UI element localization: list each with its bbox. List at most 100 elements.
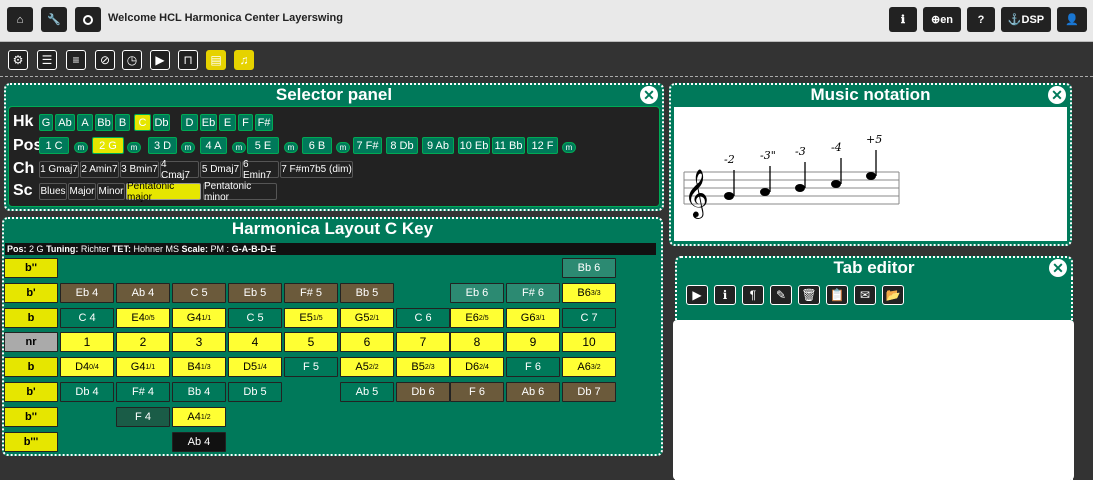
note-cell[interactable]: F 6 bbox=[450, 382, 504, 402]
minor-toggle[interactable]: m bbox=[284, 142, 298, 153]
note-cell[interactable]: Bb 6 bbox=[562, 258, 616, 278]
position-chip[interactable]: 9 Ab bbox=[422, 137, 454, 154]
refresh-button[interactable] bbox=[75, 7, 101, 32]
sliders-button[interactable]: ≡ bbox=[66, 50, 86, 70]
note-cell[interactable]: D5 1/4 bbox=[228, 357, 282, 377]
note-cell[interactable]: G4 1/1 bbox=[116, 357, 170, 377]
info-button[interactable]: ℹ bbox=[714, 285, 736, 305]
note-cell[interactable]: G4 1/1 bbox=[172, 308, 226, 328]
position-chip[interactable]: 1 C bbox=[39, 137, 69, 154]
key-chip[interactable]: Eb bbox=[200, 114, 217, 131]
note-cell[interactable]: D6 2/4 bbox=[450, 357, 504, 377]
key-chip[interactable]: C bbox=[134, 114, 151, 131]
play-button[interactable]: ▶ bbox=[150, 50, 170, 70]
note-cell[interactable]: Bb 4 bbox=[172, 382, 226, 402]
chord-chip[interactable]: 3 Bmin7 bbox=[120, 161, 159, 178]
brush-button[interactable]: ✎ bbox=[770, 285, 792, 305]
minor-toggle[interactable]: m bbox=[336, 142, 350, 153]
key-chip[interactable]: F bbox=[238, 114, 253, 131]
close-notation-button[interactable]: ✕ bbox=[1048, 86, 1066, 104]
note-cell[interactable]: Db 7 bbox=[562, 382, 616, 402]
note-cell[interactable]: C 5 bbox=[172, 283, 226, 303]
scale-chip[interactable]: Pentatonic major bbox=[126, 181, 201, 203]
note-cell[interactable]: E5 1/5 bbox=[284, 308, 338, 328]
chord-chip[interactable]: 6 Emin7 bbox=[242, 159, 279, 181]
tools-button[interactable]: 🔧 bbox=[41, 7, 67, 32]
position-chip[interactable]: 12 F bbox=[527, 137, 558, 154]
position-chip[interactable]: 10 Eb bbox=[458, 137, 490, 154]
note-cell[interactable]: 5 bbox=[284, 332, 338, 352]
chord-chip[interactable]: 7 F#m7b5 (dim) bbox=[280, 161, 353, 178]
home-button[interactable]: ⌂ bbox=[7, 7, 33, 32]
note-cell[interactable]: Bb 5 bbox=[340, 283, 394, 303]
note-cell[interactable]: B4 1/3 bbox=[172, 357, 226, 377]
note-cell[interactable]: D4 0/4 bbox=[60, 357, 114, 377]
minor-toggle[interactable]: m bbox=[562, 142, 576, 153]
note-cell[interactable]: F# 5 bbox=[284, 283, 338, 303]
language-button[interactable]: ⊕ en bbox=[923, 7, 961, 32]
position-chip[interactable]: 6 B bbox=[302, 137, 332, 154]
hide-button[interactable]: ⊘ bbox=[95, 50, 115, 70]
folder-button[interactable]: 📂 bbox=[882, 285, 904, 305]
key-chip[interactable]: D bbox=[181, 114, 198, 131]
note-cell[interactable]: A5 2/2 bbox=[340, 357, 394, 377]
scale-chip[interactable]: Major bbox=[68, 183, 96, 200]
note-cell[interactable]: C 6 bbox=[396, 308, 450, 328]
note-cell[interactable]: F 6 bbox=[506, 357, 560, 377]
position-chip[interactable]: 3 D bbox=[148, 137, 177, 154]
note-cell[interactable]: Ab 4 bbox=[116, 283, 170, 303]
note-cell[interactable]: Db 4 bbox=[60, 382, 114, 402]
key-chip[interactable]: Db bbox=[153, 114, 170, 131]
note-cell[interactable]: Ab 5 bbox=[340, 382, 394, 402]
note-cell[interactable]: Eb 4 bbox=[60, 283, 114, 303]
close-tab-editor-button[interactable]: ✕ bbox=[1049, 259, 1067, 277]
position-chip[interactable]: 5 E bbox=[247, 137, 279, 154]
note-cell[interactable]: F# 6 bbox=[506, 283, 560, 303]
position-chip[interactable]: 8 Db bbox=[386, 137, 418, 154]
key-chip[interactable]: G bbox=[39, 114, 53, 131]
note-cell[interactable]: C 5 bbox=[228, 308, 282, 328]
file-button[interactable]: ▤ bbox=[206, 50, 226, 70]
clipboard-button[interactable]: 📋 bbox=[826, 285, 848, 305]
note-cell[interactable]: 3 bbox=[172, 332, 226, 352]
user-button[interactable]: 👤 bbox=[1057, 7, 1087, 32]
note-cell[interactable]: A6 3/2 bbox=[562, 357, 616, 377]
note-cell[interactable]: Ab 4 bbox=[172, 432, 226, 452]
note-cell[interactable]: C 7 bbox=[562, 308, 616, 328]
position-chip[interactable]: 7 F# bbox=[353, 137, 382, 154]
note-cell[interactable]: 2 bbox=[116, 332, 170, 352]
scale-chip[interactable]: Pentatonic minor bbox=[203, 181, 277, 203]
minor-toggle[interactable]: m bbox=[127, 142, 141, 153]
note-cell[interactable]: E6 2/5 bbox=[450, 308, 504, 328]
note-cell[interactable]: A4 1/2 bbox=[172, 407, 226, 427]
position-chip[interactable]: 11 Bb bbox=[492, 137, 525, 154]
wave-button[interactable]: ⊓ bbox=[178, 50, 198, 70]
key-chip[interactable]: B bbox=[115, 114, 130, 131]
close-selector-button[interactable]: ✕ bbox=[640, 86, 658, 104]
note-cell[interactable]: 10 bbox=[562, 332, 616, 352]
mail-button[interactable]: ✉ bbox=[854, 285, 876, 305]
key-chip[interactable]: Ab bbox=[55, 114, 75, 131]
note-cell[interactable]: 7 bbox=[396, 332, 450, 352]
note-cell[interactable]: 4 bbox=[228, 332, 282, 352]
position-chip[interactable]: 2 G bbox=[92, 137, 124, 154]
chord-chip[interactable]: 5 Dmaj7 bbox=[200, 161, 241, 178]
note-cell[interactable]: F# 4 bbox=[116, 382, 170, 402]
minor-toggle[interactable]: m bbox=[232, 142, 246, 153]
note-cell[interactable]: 6 bbox=[340, 332, 394, 352]
note-cell[interactable]: E4 0/5 bbox=[116, 308, 170, 328]
minor-toggle[interactable]: m bbox=[181, 142, 195, 153]
scale-chip[interactable]: Minor bbox=[97, 183, 125, 200]
timer-button[interactable]: ◷ bbox=[122, 50, 142, 70]
music-button[interactable]: ♫ bbox=[234, 50, 254, 70]
note-cell[interactable]: B5 2/3 bbox=[396, 357, 450, 377]
chord-chip[interactable]: 1 Gmaj7 bbox=[39, 161, 79, 178]
key-chip[interactable]: E bbox=[219, 114, 236, 131]
note-cell[interactable]: C 4 bbox=[60, 308, 114, 328]
position-chip[interactable]: 4 A bbox=[200, 137, 227, 154]
trash-button[interactable]: 🗑 bbox=[798, 285, 820, 305]
paragraph-button[interactable]: ¶ bbox=[742, 285, 764, 305]
minor-toggle[interactable]: m bbox=[74, 142, 88, 153]
note-cell[interactable]: F 5 bbox=[284, 357, 338, 377]
note-cell[interactable]: G5 2/1 bbox=[340, 308, 394, 328]
